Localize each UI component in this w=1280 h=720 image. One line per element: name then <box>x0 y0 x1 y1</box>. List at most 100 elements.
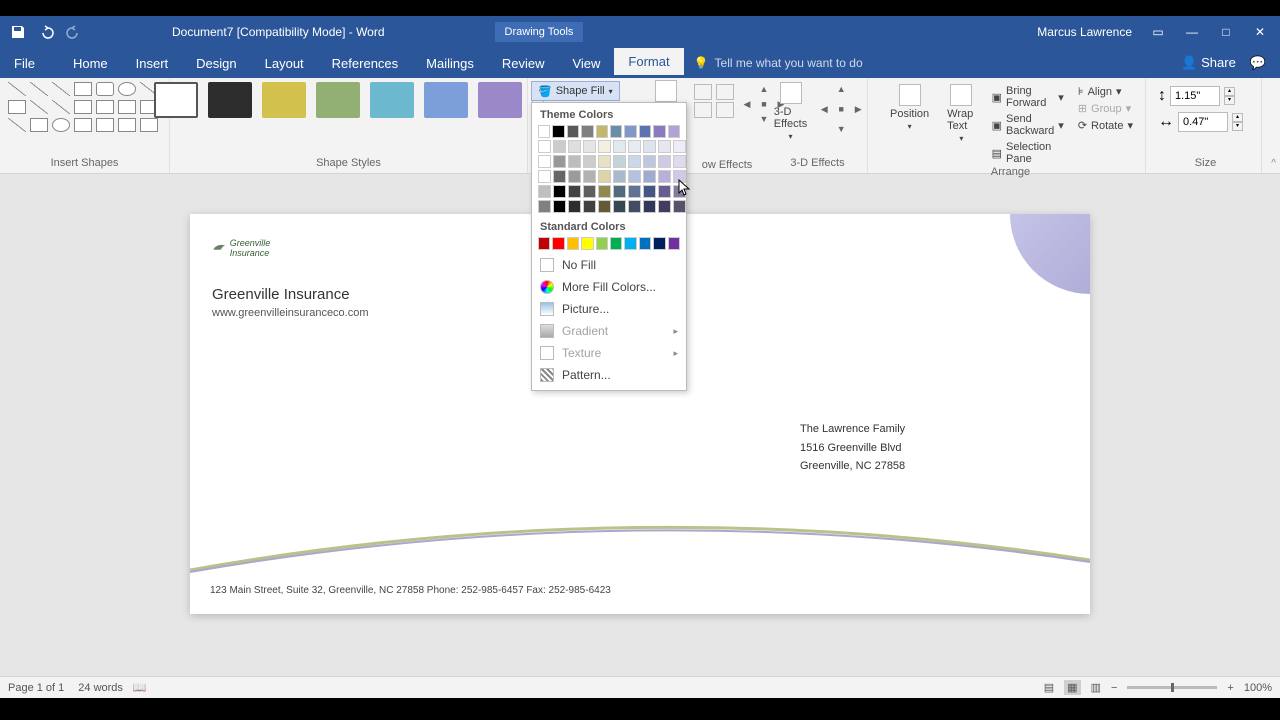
zoom-slider[interactable] <box>1127 686 1217 689</box>
tab-insert[interactable]: Insert <box>122 48 183 78</box>
color-swatch[interactable] <box>610 237 622 250</box>
pattern-fill-item[interactable]: Pattern... <box>532 364 686 386</box>
color-swatch[interactable] <box>624 237 636 250</box>
color-swatch[interactable] <box>643 185 656 198</box>
save-icon[interactable] <box>10 24 26 40</box>
zoom-in-button[interactable]: + <box>1227 682 1233 694</box>
color-swatch[interactable] <box>567 237 579 250</box>
share-button[interactable]: 👤 Share <box>1181 55 1236 71</box>
color-swatch[interactable] <box>628 170 641 183</box>
zoom-level[interactable]: 100% <box>1244 682 1272 694</box>
tab-format[interactable]: Format <box>614 48 683 78</box>
color-swatch[interactable] <box>639 125 651 138</box>
color-swatch[interactable] <box>668 237 680 250</box>
color-swatch[interactable] <box>538 237 550 250</box>
color-swatch[interactable] <box>568 170 581 183</box>
tab-design[interactable]: Design <box>182 48 250 78</box>
wrap-text-button[interactable]: Wrap Text▾ <box>941 82 981 166</box>
color-swatch[interactable] <box>553 140 566 153</box>
color-swatch[interactable] <box>568 140 581 153</box>
style-swatch[interactable] <box>262 82 306 118</box>
style-swatch[interactable] <box>208 82 252 118</box>
tab-layout[interactable]: Layout <box>251 48 318 78</box>
comments-icon[interactable]: 💬 <box>1250 55 1266 71</box>
width-input[interactable]: ↔0.47"▴▾ <box>1158 112 1253 132</box>
color-swatch[interactable] <box>553 155 566 168</box>
color-swatch[interactable] <box>613 200 626 213</box>
3d-tilt-pad[interactable]: ▲ ◀■▶ ▼ <box>817 84 867 143</box>
color-swatch[interactable] <box>613 185 626 198</box>
color-swatch[interactable] <box>613 140 626 153</box>
color-swatch[interactable] <box>538 155 551 168</box>
read-mode-icon[interactable]: ▤ <box>1044 681 1054 694</box>
color-swatch[interactable] <box>568 200 581 213</box>
theme-color-row[interactable] <box>532 125 686 138</box>
color-swatch[interactable] <box>658 170 671 183</box>
maximize-icon[interactable]: □ <box>1218 25 1234 39</box>
color-swatch[interactable] <box>581 237 593 250</box>
color-swatch[interactable] <box>643 140 656 153</box>
color-swatch[interactable] <box>598 170 611 183</box>
theme-shades-grid[interactable] <box>532 138 686 215</box>
shapes-gallery[interactable] <box>8 82 161 134</box>
color-swatch[interactable] <box>643 200 656 213</box>
selection-pane-button[interactable]: ▤ Selection Pane <box>988 140 1068 166</box>
color-swatch[interactable] <box>610 125 622 138</box>
color-swatch[interactable] <box>553 185 566 198</box>
print-layout-icon[interactable]: ▦ <box>1064 680 1080 695</box>
zoom-out-button[interactable]: − <box>1111 682 1117 694</box>
shape-outline-preview[interactable] <box>655 80 677 102</box>
align-button[interactable]: ⊧ Align ▾ <box>1074 84 1137 99</box>
corner-shape[interactable] <box>1010 214 1090 294</box>
tab-review[interactable]: Review <box>488 48 559 78</box>
style-outline[interactable] <box>154 82 198 118</box>
color-swatch[interactable] <box>628 185 641 198</box>
tab-mailings[interactable]: Mailings <box>412 48 488 78</box>
color-swatch[interactable] <box>628 200 641 213</box>
color-swatch[interactable] <box>552 237 564 250</box>
color-swatch[interactable] <box>596 237 608 250</box>
color-swatch[interactable] <box>568 155 581 168</box>
color-swatch[interactable] <box>583 200 596 213</box>
color-swatch[interactable] <box>538 185 551 198</box>
color-swatch[interactable] <box>658 140 671 153</box>
style-swatch[interactable] <box>478 82 522 118</box>
color-swatch[interactable] <box>658 200 671 213</box>
color-swatch[interactable] <box>653 237 665 250</box>
style-gallery[interactable]: ▲ ▼ ▾ <box>154 82 544 118</box>
web-layout-icon[interactable]: ▥ <box>1091 681 1101 694</box>
color-swatch[interactable] <box>598 155 611 168</box>
style-swatch[interactable] <box>370 82 414 118</box>
word-count[interactable]: 24 words <box>78 682 123 694</box>
ribbon-options-icon[interactable]: ▭ <box>1150 25 1166 39</box>
bring-forward-button[interactable]: ▣ Bring Forward ▾ <box>988 84 1068 110</box>
color-swatch[interactable] <box>581 125 593 138</box>
color-swatch[interactable] <box>552 125 564 138</box>
color-swatch[interactable] <box>553 200 566 213</box>
color-swatch[interactable] <box>596 125 608 138</box>
3d-effects-button[interactable]: 3-D Effects ▾ <box>768 80 813 143</box>
style-swatch[interactable] <box>316 82 360 118</box>
color-swatch[interactable] <box>639 237 651 250</box>
color-swatch[interactable] <box>643 170 656 183</box>
no-fill-item[interactable]: No Fill <box>532 254 686 276</box>
redo-icon[interactable] <box>66 24 82 40</box>
color-swatch[interactable] <box>568 185 581 198</box>
color-swatch[interactable] <box>628 140 641 153</box>
color-swatch[interactable] <box>613 155 626 168</box>
color-swatch[interactable] <box>538 125 550 138</box>
standard-color-row[interactable] <box>532 237 686 250</box>
color-swatch[interactable] <box>583 170 596 183</box>
color-swatch[interactable] <box>567 125 579 138</box>
page-indicator[interactable]: Page 1 of 1 <box>8 682 64 694</box>
user-name[interactable]: Marcus Lawrence <box>1037 25 1132 39</box>
color-swatch[interactable] <box>673 200 686 213</box>
color-swatch[interactable] <box>553 170 566 183</box>
shadow-gallery[interactable] <box>694 84 736 118</box>
color-swatch[interactable] <box>538 170 551 183</box>
color-swatch[interactable] <box>628 155 641 168</box>
color-swatch[interactable] <box>583 185 596 198</box>
position-button[interactable]: Position▾ <box>884 82 935 166</box>
close-icon[interactable]: ✕ <box>1252 25 1268 39</box>
shape-fill-button[interactable]: 🪣 Shape Fill ▾ <box>531 81 620 101</box>
